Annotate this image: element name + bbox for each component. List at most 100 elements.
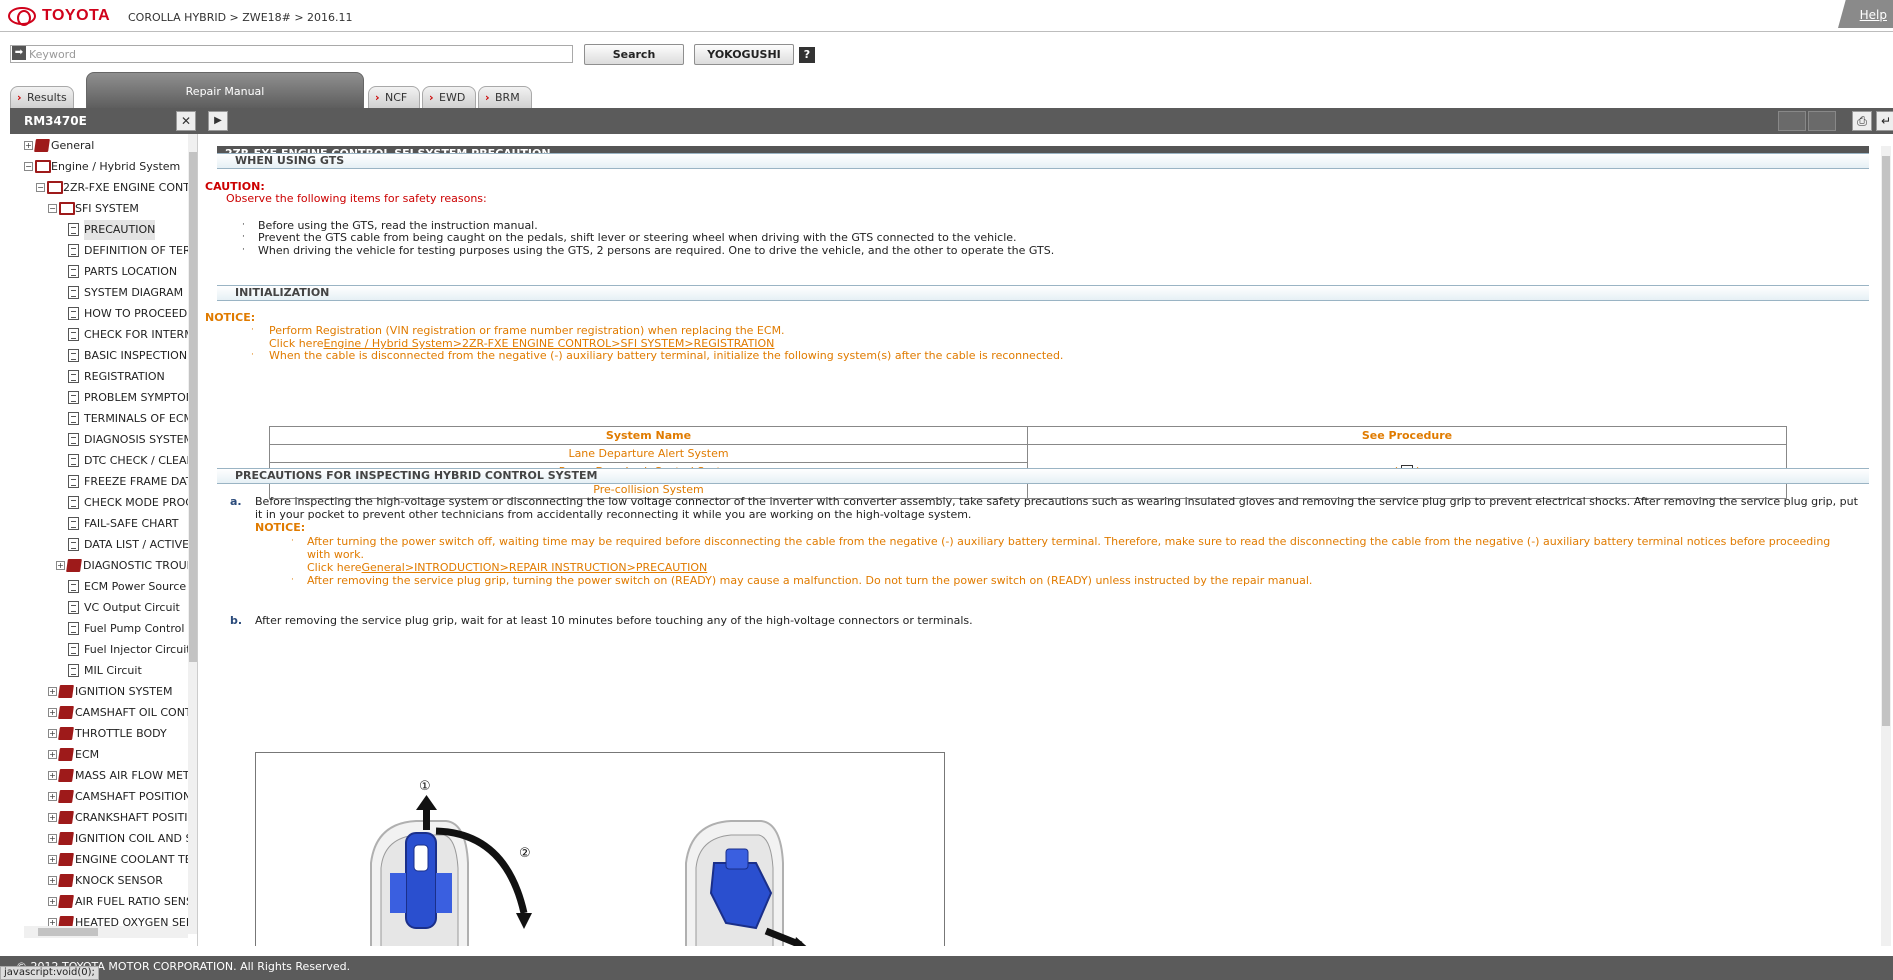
tree-item[interactable]: + ECM [10, 745, 188, 765]
tree-item[interactable]: + General [10, 136, 188, 156]
expand-plus-icon[interactable]: + [48, 876, 57, 885]
tree-item[interactable]: CHECK MODE PROCEDURE [10, 493, 197, 513]
toyota-emblem-icon [8, 7, 36, 26]
collapse-minus-icon[interactable]: − [24, 162, 33, 171]
notice-item: After removing the service plug grip, tu… [307, 574, 1313, 587]
tree-item-label: CHECK FOR INTERMITTENT PROBLEMS [84, 328, 197, 341]
tree-item[interactable]: FREEZE FRAME DATA [10, 472, 197, 492]
tree-vertical-scrollbar[interactable] [188, 134, 197, 934]
tree-item[interactable]: FAIL-SAFE CHART [10, 514, 188, 534]
collapse-minus-icon[interactable]: − [48, 204, 57, 213]
tab-results[interactable]: › Results [10, 86, 74, 108]
scrollbar-thumb[interactable] [189, 152, 197, 662]
document-toolbar: RM3470E ✕ ▶ ⎙ ↵ [10, 108, 1893, 134]
tree-item[interactable]: + IGNITION SYSTEM [10, 682, 188, 702]
page-icon [68, 265, 79, 278]
help-link[interactable]: Help [1860, 8, 1887, 22]
tree-item[interactable]: PROBLEM SYMPTOMS TABLE [10, 388, 197, 408]
tree-item[interactable]: DIAGNOSIS SYSTEM [10, 430, 193, 450]
expand-plus-icon[interactable]: + [24, 141, 33, 150]
tree-item[interactable]: + AIR FUEL RATIO SENSOR [10, 892, 197, 912]
search-button[interactable]: Search [584, 44, 684, 65]
tree-item[interactable]: TERMINALS OF ECM [10, 409, 193, 429]
section-heading-gts: WHEN USING GTS [217, 153, 1869, 169]
tree-item[interactable]: + ENGINE COOLANT TEMPERATURE SENSOR [10, 850, 197, 870]
tree-item[interactable]: REGISTRATION [10, 367, 188, 387]
scrollbar-thumb[interactable] [1882, 156, 1890, 726]
tree-item-label: DIAGNOSTIC TROUBLE CODE CHART [83, 559, 197, 572]
expand-plus-icon[interactable]: + [48, 750, 57, 759]
layout-split-icon[interactable] [1808, 111, 1836, 131]
tree-item[interactable]: ECM Power Source Circuit [10, 577, 197, 597]
collapse-minus-icon[interactable]: − [36, 183, 45, 192]
tab-brm[interactable]: › BRM [478, 86, 532, 108]
tree-item[interactable]: HOW TO PROCEED WITH TROUBLESHOOTING [10, 304, 197, 324]
figure-step-2: ② [519, 846, 531, 861]
tree-item-label: DATA LIST / ACTIVE TEST [84, 538, 197, 551]
tree-item[interactable]: PRECAUTION [10, 220, 188, 240]
tree-item[interactable]: SYSTEM DIAGRAM [10, 283, 188, 303]
keyword-input[interactable] [10, 45, 573, 63]
print-icon[interactable]: ⎙ [1852, 111, 1872, 131]
tree-item[interactable]: + CAMSHAFT OIL CONTROL VALVE [10, 703, 197, 723]
tree-item[interactable]: PARTS LOCATION [10, 262, 188, 282]
expand-plus-icon[interactable]: + [48, 771, 57, 780]
caution-text: Observe the following items for safety r… [226, 192, 487, 205]
expand-plus-icon[interactable]: + [48, 855, 57, 864]
tree-item[interactable]: CHECK FOR INTERMITTENT PROBLEMS [10, 325, 197, 345]
tree-item[interactable]: + MASS AIR FLOW METER [10, 766, 197, 786]
expand-plus-icon[interactable]: + [48, 897, 57, 906]
page-icon [68, 664, 79, 677]
layout-single-icon[interactable] [1778, 111, 1806, 131]
content-vertical-scrollbar[interactable] [1881, 146, 1891, 946]
page-icon [68, 580, 79, 593]
page-icon [68, 370, 79, 383]
tab-ncf[interactable]: › NCF [368, 86, 420, 108]
expand-plus-icon[interactable]: + [48, 729, 57, 738]
tree-item[interactable]: + IGNITION COIL AND SPARK PLUG [10, 829, 197, 849]
notice-item-cont: with work. [307, 548, 364, 561]
tree-item[interactable]: + CAMSHAFT POSITION SENSOR [10, 787, 197, 807]
expand-plus-icon[interactable]: + [48, 792, 57, 801]
help-tab[interactable]: Help [1838, 0, 1893, 28]
tree-item[interactable]: DTC CHECK / CLEAR [10, 451, 194, 471]
tree-item[interactable]: − Engine / Hybrid System [10, 157, 188, 177]
chevron-right-icon: › [485, 91, 490, 104]
tree-item-label: REGISTRATION [84, 370, 165, 383]
general-precaution-link[interactable]: General>INTRODUCTION>REPAIR INSTRUCTION>… [362, 561, 708, 574]
tree-item[interactable]: VC Output Circuit [10, 598, 188, 618]
tree-item[interactable]: Fuel Injector Circuit [10, 640, 191, 660]
yokogushi-button[interactable]: YOKOGUSHI [694, 44, 794, 65]
tab-repair-manual[interactable]: Repair Manual [86, 72, 364, 108]
document-content: 2ZR-FXE ENGINE CONTROL SFI SYSTEM PRECAU… [205, 134, 1893, 946]
tree-item[interactable]: − SFI SYSTEM [10, 199, 188, 219]
tree-horizontal-scrollbar[interactable] [24, 926, 188, 938]
tree-item[interactable]: Fuel Pump Control Circuit [10, 619, 197, 639]
tree-item-label: BASIC INSPECTION [84, 349, 188, 362]
click-here-row: Click hereGeneral>INTRODUCTION>REPAIR IN… [307, 561, 707, 574]
tree-item-label: MIL Circuit [84, 664, 142, 677]
tree-item[interactable]: − 2ZR-FXE ENGINE CONTROL [10, 178, 197, 198]
bullet-icon: · [242, 220, 245, 230]
expand-plus-icon[interactable]: + [48, 708, 57, 717]
tree-item[interactable]: + CRANKSHAFT POSITION SENSOR [10, 808, 197, 828]
help-question-button[interactable]: ? [799, 47, 815, 63]
tree-item[interactable]: DEFINITION OF TERMS [10, 241, 197, 261]
tree-item[interactable]: + KNOCK SENSOR [10, 871, 188, 891]
tree-item[interactable]: BASIC INSPECTION [10, 346, 188, 366]
expand-plus-icon[interactable]: + [48, 834, 57, 843]
expand-plus-icon[interactable]: + [56, 561, 65, 570]
tab-bar: › Results Repair Manual › NCF › EWD › BRM [0, 72, 1893, 108]
tree-item-label: VC Output Circuit [84, 601, 180, 614]
expand-panel-button[interactable]: ▶ [208, 111, 228, 131]
close-tree-button[interactable]: ✕ [176, 111, 196, 131]
expand-plus-icon[interactable]: + [48, 813, 57, 822]
tree-item[interactable]: DATA LIST / ACTIVE TEST [10, 535, 197, 555]
tree-item[interactable]: + DIAGNOSTIC TROUBLE CODE CHART [10, 556, 197, 576]
tree-item[interactable]: + THROTTLE BODY [10, 724, 188, 744]
tab-ewd[interactable]: › EWD [422, 86, 476, 108]
expand-plus-icon[interactable]: + [48, 687, 57, 696]
tree-item[interactable]: MIL Circuit [10, 661, 188, 681]
scrollbar-thumb[interactable] [38, 928, 98, 936]
return-icon[interactable]: ↵ [1876, 111, 1893, 131]
